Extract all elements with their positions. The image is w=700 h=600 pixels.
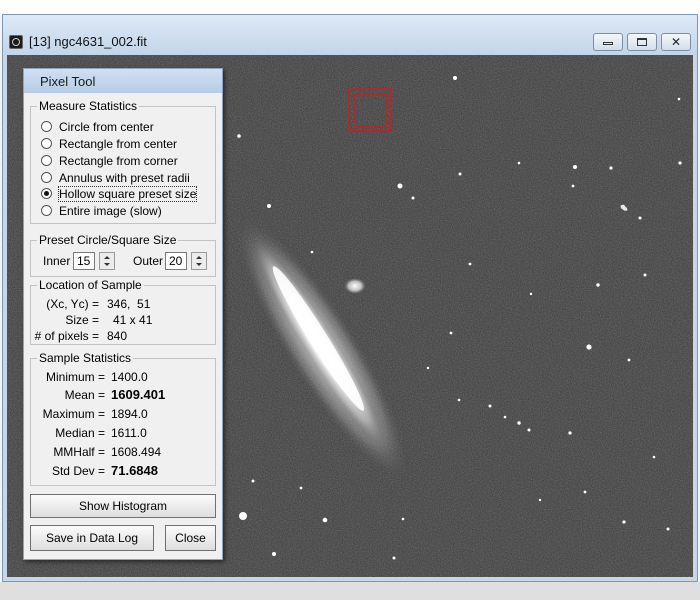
stat-mean-value: 1609.401 [111,387,166,402]
stat-stddev-value: 71.6848 [111,463,158,478]
stat-mmhalf-row: MMHalf = 1608.494 [31,445,211,461]
title-bar[interactable]: [13] ngc4631_002.fit ✕ [3,15,697,55]
minimize-button[interactable] [593,33,623,51]
outer-size-input[interactable]: 20 [165,252,187,270]
radio-label: Annulus with preset radii [59,171,190,185]
radio-label: Hollow square preset size [57,186,198,202]
location-size-value: 41 x 41 [113,313,153,327]
window-title: [13] ngc4631_002.fit [29,34,147,49]
maximize-button[interactable] [627,33,657,51]
outer-spinner[interactable] [191,252,207,270]
bottom-strip [0,582,700,600]
location-size-row: Size = 41 x 41 [31,313,211,329]
measure-statistics-group: Measure Statistics Circle from center Re… [30,99,216,224]
outer-label: Outer [133,254,164,268]
save-in-data-log-button[interactable]: Save in Data Log [30,525,154,551]
maximize-icon [637,38,647,46]
spin-down-icon[interactable] [104,263,110,266]
app-icon [9,35,23,49]
stat-minimum-row: Minimum = 1400.0 [31,370,211,386]
stat-maximum-value: 1894.0 [111,407,148,421]
spin-down-icon[interactable] [196,263,202,266]
image-window: [13] ngc4631_002.fit ✕ Pixel Tool Measur… [2,14,698,582]
stat-maximum-label: Maximum = [42,407,105,421]
location-center-value: 346, 51 [107,297,151,311]
radio-label: Circle from center [59,120,154,134]
stat-minimum-label: Minimum = [45,370,105,384]
radio-button[interactable] [41,205,52,216]
stat-mean-row: Mean = 1609.401 [31,388,211,404]
close-icon: ✕ [670,35,682,49]
stat-stddev-row: Std Dev = 71.6848 [31,464,211,480]
stat-maximum-row: Maximum = 1894.0 [31,407,211,423]
measure-statistics-label: Measure Statistics [37,99,140,113]
companion-galaxy [344,278,366,294]
pixel-tool-title: Pixel Tool [40,74,96,89]
stat-mmhalf-value: 1608.494 [111,445,162,459]
inner-spinner[interactable] [99,252,115,270]
location-pixels-label: # of pixels = [34,329,99,343]
stat-mmhalf-label: MMHalf = [53,445,105,459]
radio-button[interactable] [41,138,52,149]
spin-up-icon[interactable] [104,256,110,259]
radio-button[interactable] [41,121,52,132]
radio-button[interactable] [41,155,52,166]
location-of-sample-label: Location of Sample [37,278,144,292]
location-size-label: Size = [65,313,99,327]
close-window-button[interactable]: ✕ [661,33,691,51]
preset-size-group: Preset Circle/Square Size Inner 15 Outer… [30,233,216,277]
stat-stddev-label: Std Dev = [51,464,105,478]
location-center-label: (Xc, Yc) = [46,297,99,311]
stat-mean-label: Mean = [64,388,105,402]
sample-statistics-group: Sample Statistics Minimum = 1400.0 Mean … [30,351,216,486]
location-center-row: (Xc, Yc) = 346, 51 [31,297,211,313]
radio-button[interactable] [41,172,52,183]
stat-minimum-value: 1400.0 [111,370,148,384]
sample-statistics-label: Sample Statistics [37,351,134,365]
spin-up-icon[interactable] [196,256,202,259]
inner-label: Inner [43,254,71,268]
stat-median-label: Median = [55,426,105,440]
radio-label: Rectangle from center [59,137,178,151]
pixel-tool-title-bar[interactable]: Pixel Tool [24,69,222,93]
location-pixels-row: # of pixels = 840 [31,329,211,345]
radio-label: Entire image (slow) [59,204,162,218]
location-pixels-value: 840 [107,329,128,343]
close-button[interactable]: Close [165,525,216,551]
radio-label: Rectangle from corner [59,154,178,168]
stat-median-value: 1611.0 [111,426,147,440]
inner-size-input[interactable]: 15 [73,252,95,270]
stat-median-row: Median = 1611.0 [31,426,211,442]
location-of-sample-group: Location of Sample (Xc, Yc) = 346, 51 Si… [30,278,216,345]
minimize-icon [603,42,613,45]
pixel-tool-panel: Pixel Tool Measure Statistics Circle fro… [23,68,223,560]
radio-button-selected[interactable] [41,188,52,199]
preset-size-label: Preset Circle/Square Size [37,233,179,247]
show-histogram-button[interactable]: Show Histogram [30,494,216,518]
